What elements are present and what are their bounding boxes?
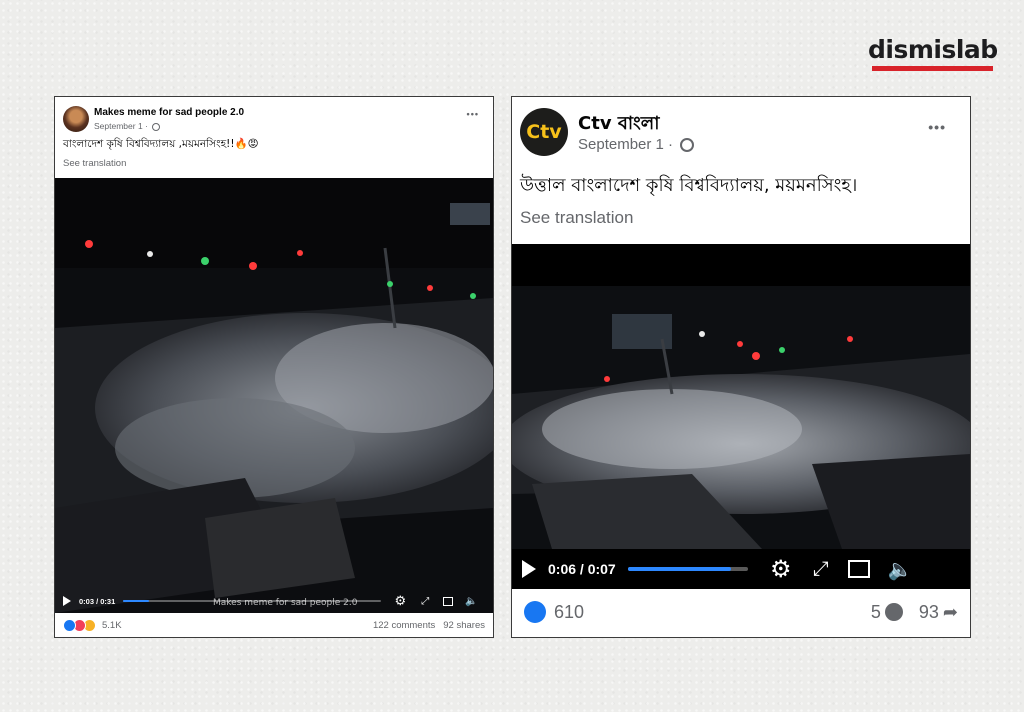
- video-controls: 0:03 / 0:31 ⚙ ⤢ 🔈: [55, 589, 493, 613]
- globe-icon: [680, 138, 695, 153]
- avatar[interactable]: [63, 106, 89, 132]
- brand-name: dismislab: [868, 35, 998, 64]
- see-translation-link[interactable]: See translation: [63, 158, 126, 169]
- reaction-count[interactable]: 5.1K: [102, 620, 122, 631]
- video-time: 0:06 / 0:07: [548, 561, 616, 577]
- share-count[interactable]: 93: [919, 602, 939, 623]
- comment-count[interactable]: 5: [871, 602, 881, 623]
- comment-count[interactable]: 122 comments: [373, 620, 435, 631]
- video-time: 0:03 / 0:31: [79, 596, 116, 606]
- share-count[interactable]: 92 shares: [443, 620, 485, 631]
- post-footer: 610 5 93 ➦: [512, 587, 970, 637]
- post-date[interactable]: September 1 ·: [578, 136, 673, 153]
- post-meta: September 1 ·: [578, 136, 695, 153]
- mute-icon[interactable]: 🔈: [888, 557, 913, 582]
- play-icon[interactable]: [522, 560, 536, 578]
- more-options-button[interactable]: •••: [928, 119, 946, 135]
- play-icon[interactable]: [63, 596, 71, 606]
- video-progress-bar[interactable]: [123, 600, 382, 602]
- avatar-logo-text: Ctv: [526, 121, 562, 143]
- dismislab-logo: dismislab: [868, 35, 998, 72]
- globe-icon: [152, 122, 161, 131]
- see-translation-link[interactable]: See translation: [520, 208, 633, 228]
- author-name[interactable]: Makes meme for sad people 2.0: [94, 107, 244, 118]
- settings-icon[interactable]: ⚙: [768, 555, 794, 584]
- like-icon: [63, 618, 76, 632]
- comment-icon: [884, 603, 903, 621]
- post-date[interactable]: September 1 ·: [94, 121, 148, 131]
- post-text: উত্তাল বাংলাদেশ কৃষি বিশ্ববিদ্যালয়, ময়…: [520, 175, 858, 196]
- video-frame: [55, 178, 493, 613]
- video-frame: [512, 244, 970, 589]
- video-controls: 0:06 / 0:07 ⚙ ⤢ 🔈: [512, 549, 970, 589]
- video-player[interactable]: 0:06 / 0:07 ⚙ ⤢ 🔈: [512, 244, 970, 589]
- video-progress-fill: [627, 567, 731, 571]
- video-player[interactable]: Makes meme for sad people 2.0 0:03 / 0:3…: [55, 178, 493, 613]
- brand-underline: [872, 66, 993, 71]
- post-meta: September 1 ·: [94, 121, 161, 131]
- share-icon: ➦: [942, 601, 958, 622]
- facebook-post-right: Ctv Ctv বাংলা September 1 · ••• উত্তাল ব…: [511, 96, 971, 638]
- fullscreen-icon[interactable]: ⤢: [810, 558, 832, 581]
- more-options-button[interactable]: •••: [467, 109, 479, 119]
- fullscreen-icon[interactable]: ⤢: [419, 596, 431, 607]
- picture-in-picture-icon[interactable]: [847, 560, 870, 578]
- video-progress-bar[interactable]: [627, 567, 748, 571]
- mute-icon[interactable]: 🔈: [465, 596, 477, 607]
- picture-in-picture-icon[interactable]: [443, 596, 454, 606]
- like-count[interactable]: 610: [554, 602, 584, 623]
- avatar[interactable]: Ctv: [520, 108, 568, 156]
- like-icon: [524, 601, 546, 623]
- video-progress-fill: [123, 600, 150, 602]
- post-footer: 5.1K 122 comments 92 shares: [55, 613, 493, 637]
- post-text: বাংলাদেশ কৃষি বিশ্ববিদ্যালয় ,ময়মনসিংহ!…: [63, 138, 259, 150]
- settings-icon[interactable]: ⚙: [393, 593, 407, 609]
- facebook-post-left: Makes meme for sad people 2.0 September …: [54, 96, 494, 638]
